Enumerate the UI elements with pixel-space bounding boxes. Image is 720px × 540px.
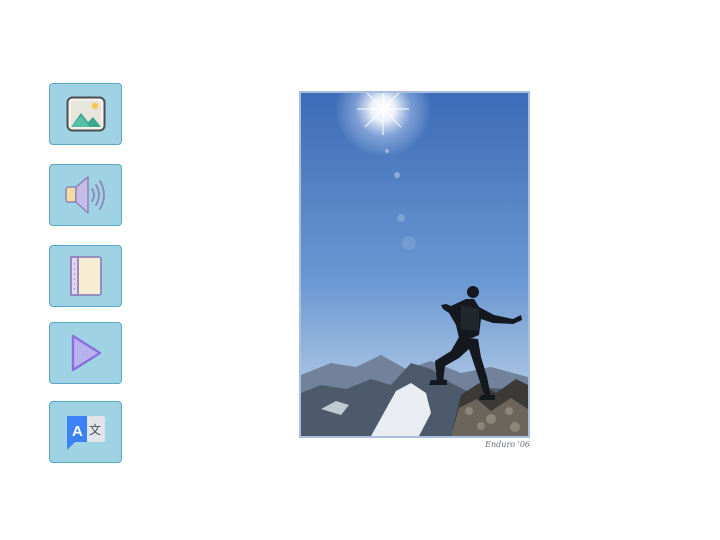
play-icon (68, 333, 104, 373)
photo-signature: Enduro '06 (485, 440, 530, 449)
notebook-button[interactable] (49, 245, 122, 307)
translate-button[interactable]: A 文 (49, 401, 122, 463)
play-button[interactable] (49, 322, 122, 384)
translate-icon: A 文 (65, 412, 107, 452)
slide-canvas: A 文 Enduro '06 (0, 0, 720, 540)
translate-glyph-b: 文 (89, 422, 101, 437)
mountain-summit-photo (299, 91, 530, 438)
audio-button[interactable] (49, 164, 122, 226)
image-icon (66, 96, 106, 132)
translate-glyph-a: A (72, 423, 83, 440)
speaker-icon (63, 172, 109, 218)
insert-image-button[interactable] (49, 83, 122, 145)
notebook-icon (68, 255, 104, 297)
